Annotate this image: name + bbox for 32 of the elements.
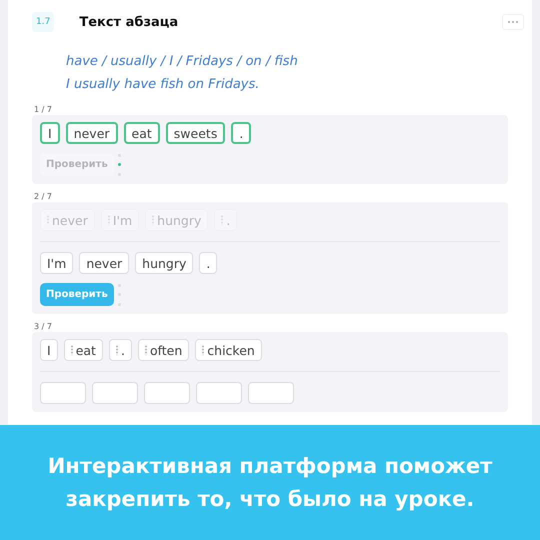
- word-chip[interactable]: eat: [124, 122, 160, 144]
- word-chip[interactable]: .: [108, 339, 132, 361]
- drag-handle-icon: [70, 345, 73, 355]
- drag-handle-icon: [144, 345, 147, 355]
- more-icon[interactable]: [502, 14, 524, 30]
- drag-handle-icon: [116, 345, 118, 355]
- answer-slot[interactable]: [144, 382, 190, 404]
- section-title: Текст абзаца: [79, 14, 178, 30]
- word-chip[interactable]: eat: [64, 339, 103, 361]
- word-chip[interactable]: .: [231, 122, 252, 144]
- example-text: have / usually / I / Fridays / on / fish: [66, 53, 299, 71]
- task-counter: 1 / 7: [33, 104, 53, 115]
- drag-handle-icon: [202, 345, 204, 355]
- word-chip[interactable]: I: [40, 339, 58, 361]
- word-chip[interactable]: never: [79, 252, 130, 274]
- word-chip[interactable]: chicken: [195, 339, 262, 361]
- answer-slot[interactable]: [196, 382, 242, 404]
- task-counter: 3 / 7: [33, 321, 53, 332]
- answer-slot[interactable]: [248, 382, 294, 404]
- section-number: 1.7: [32, 12, 54, 32]
- word-chip[interactable]: sweets: [166, 122, 226, 144]
- word-chip[interactable]: I: [40, 122, 60, 144]
- word-chip[interactable]: I'm: [40, 252, 74, 274]
- task-counter: 2 / 7: [33, 191, 53, 202]
- word-chip[interactable]: hungry: [135, 252, 194, 274]
- answer-slot[interactable]: [40, 382, 86, 404]
- example-text: I usually have fish on Fridays.: [66, 76, 260, 94]
- banner-text: Интерактивная платформа поможет закрепить то, что было на уроке.: [46, 452, 494, 512]
- word-chip[interactable]: often: [138, 339, 190, 361]
- word-chip[interactable]: .: [199, 252, 218, 274]
- answer-slot[interactable]: [92, 382, 138, 404]
- word-chip[interactable]: never: [66, 122, 118, 144]
